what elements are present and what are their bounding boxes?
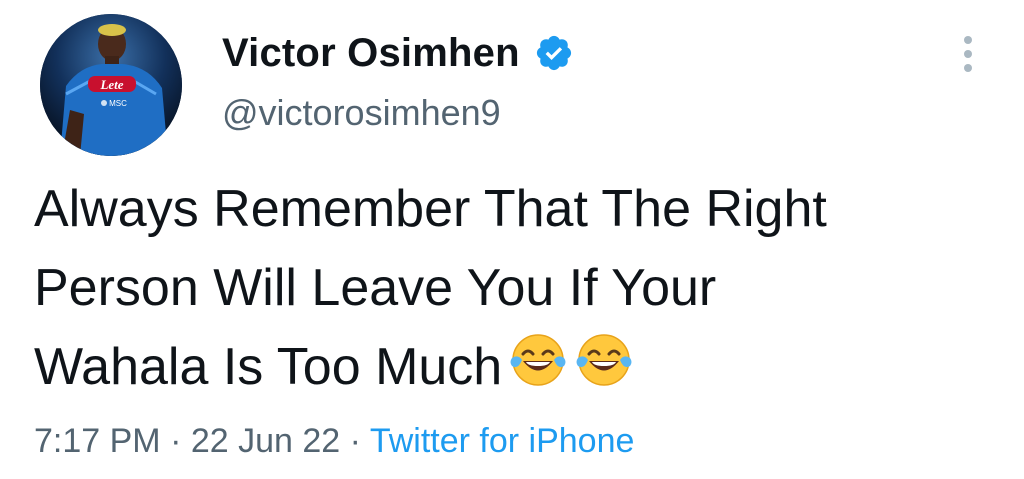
meta-separator: · bbox=[349, 422, 361, 460]
author-handle[interactable]: @victorosimhen9 bbox=[222, 92, 501, 134]
tweet-meta: 7:17 PM · 22 Jun 22 · Twitter for iPhone bbox=[34, 422, 634, 461]
tweet-text-line-content: Wahala Is Too Much bbox=[34, 338, 503, 396]
laughing-tears-emoji-icon bbox=[574, 330, 634, 390]
author-display-name[interactable]: Victor Osimhen bbox=[222, 31, 520, 76]
laughing-tears-emoji-icon bbox=[508, 330, 568, 390]
tweet-text-line: Person Will Leave You If Your bbox=[34, 259, 717, 317]
verified-badge-icon bbox=[534, 33, 574, 73]
tweet-time[interactable]: 7:17 PM bbox=[34, 422, 161, 460]
tweet-text-line: Always Remember That The Right bbox=[34, 180, 827, 238]
tweet-card: Lete MSC Victor Osimhen @victorosimhen9 … bbox=[0, 0, 1024, 479]
tweet-text: Always Remember That The Right Person Wi… bbox=[34, 170, 994, 407]
author-name-row: Victor Osimhen bbox=[222, 28, 574, 78]
tweet-text-line-last: Wahala Is Too Much bbox=[34, 328, 994, 407]
avatar-jersey-text: Lete bbox=[99, 77, 123, 92]
tweet-date[interactable]: 22 Jun 22 bbox=[191, 422, 340, 460]
author-avatar[interactable]: Lete MSC bbox=[40, 14, 182, 156]
avatar-sponsor-text: MSC bbox=[109, 99, 127, 108]
tweet-source-link[interactable]: Twitter for iPhone bbox=[370, 422, 635, 460]
more-options-icon[interactable] bbox=[958, 34, 978, 74]
meta-separator: · bbox=[170, 422, 182, 460]
